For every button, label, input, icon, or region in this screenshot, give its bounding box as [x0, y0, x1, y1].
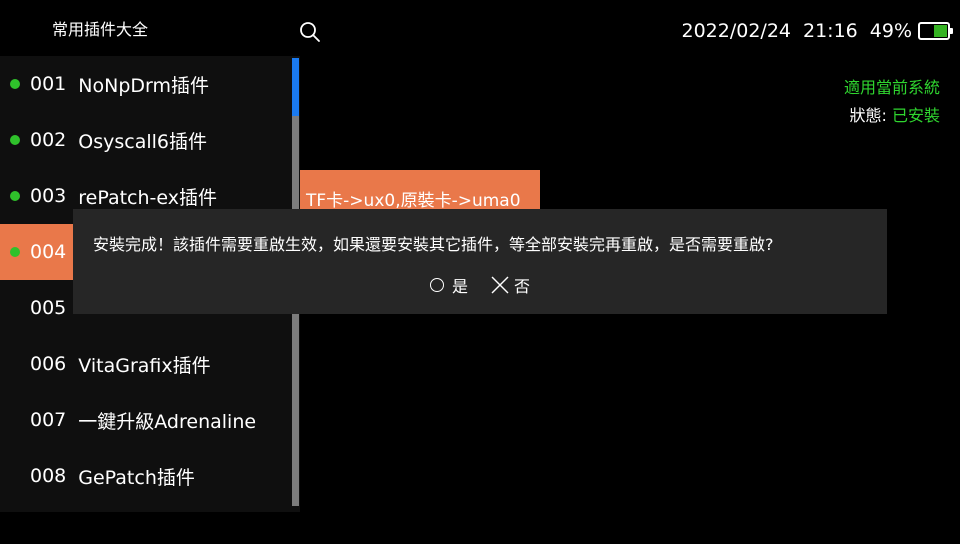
yes-label: 是	[451, 277, 468, 296]
plugin-name: GePatch插件	[78, 466, 195, 489]
plugin-name: VitaGrafix插件	[78, 354, 211, 377]
battery-icon	[918, 22, 953, 40]
no-button[interactable]: 否	[490, 273, 530, 297]
plugin-number: 005	[30, 297, 67, 319]
plugin-name: Osyscall6插件	[78, 130, 207, 153]
installed-dot-icon	[10, 247, 20, 257]
app-screen: 常用插件大全 2022/02/24 21:16 49% 001 NoNpDrm插件…	[0, 0, 960, 544]
plugin-item[interactable]: 001 NoNpDrm插件	[0, 56, 290, 112]
status-date: 2022/02/24	[681, 20, 791, 42]
yes-button[interactable]: 是	[429, 273, 468, 297]
plugin-number: 007	[30, 409, 67, 431]
plugin-number: 003	[30, 185, 67, 207]
restart-dialog: 安裝完成！該插件需要重啟生效，如果還要安裝其它插件，等全部安裝完再重啟，是否需要…	[73, 209, 887, 314]
plugin-name: NoNpDrm插件	[78, 74, 209, 97]
plugin-name: 一鍵升級Adrenaline	[78, 410, 257, 433]
status-label: 狀態:	[849, 106, 892, 125]
status-bar: 2022/02/24 21:16 49%	[681, 18, 953, 44]
status-time: 21:16	[803, 20, 858, 42]
installed-dot-icon	[10, 79, 20, 89]
plugin-number: 002	[30, 129, 67, 151]
circle-icon	[429, 278, 444, 292]
installed-dot-icon	[10, 191, 20, 201]
installed-dot-icon	[10, 135, 20, 145]
scrollbar-thumb[interactable]	[292, 58, 299, 116]
plugin-name: rePatch-ex插件	[78, 186, 217, 209]
no-label: 否	[514, 277, 531, 296]
battery-fill	[934, 25, 947, 37]
plugin-item[interactable]: 002 Osyscall6插件	[0, 112, 290, 168]
dialog-options: 是 否	[73, 273, 887, 297]
plugin-item[interactable]: 006 VitaGrafix插件	[0, 336, 290, 392]
plugin-item[interactable]: 008 GePatch插件	[0, 448, 290, 504]
install-status: 狀態: 已安裝	[844, 102, 941, 130]
app-title: 常用插件大全	[52, 20, 149, 39]
status-value: 已安裝	[891, 106, 940, 125]
search-icon[interactable]	[299, 21, 321, 43]
dialog-message: 安裝完成！該插件需要重啟生效，如果還要安裝其它插件，等全部安裝完再重啟，是否需要…	[93, 235, 774, 254]
plugin-number: 008	[30, 465, 67, 487]
plugin-number: 006	[30, 353, 67, 375]
plugin-item[interactable]: 007 一鍵升級Adrenaline	[0, 392, 290, 448]
battery-percent: 49%	[869, 20, 912, 42]
applicable-system: 適用當前系統	[843, 78, 940, 97]
plugin-number: 004	[30, 241, 67, 263]
system-info: 適用當前系統 狀態: 已安裝	[844, 74, 940, 130]
cross-icon	[490, 275, 510, 295]
plugin-number: 001	[30, 73, 67, 95]
